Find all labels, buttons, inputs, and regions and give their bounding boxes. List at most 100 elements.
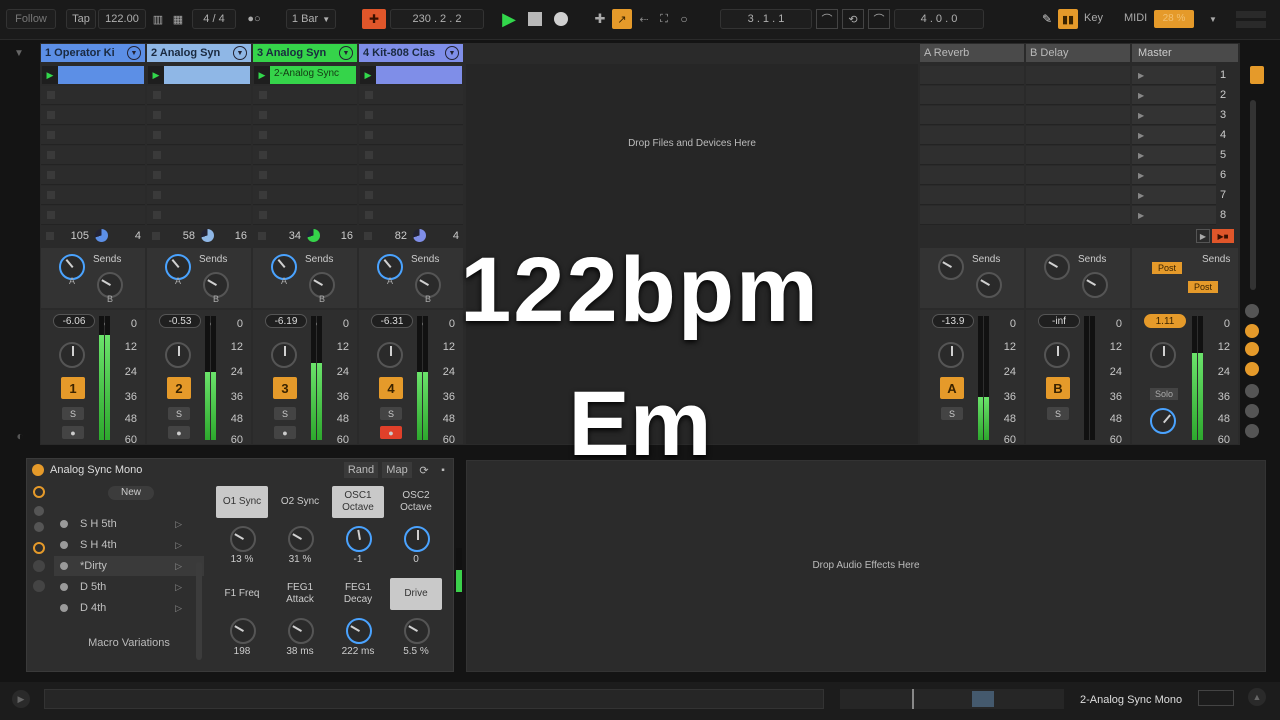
stop-button-icon[interactable] <box>259 131 267 139</box>
clip-slot[interactable] <box>253 146 357 165</box>
clip-slot[interactable] <box>147 146 251 165</box>
capture-icon[interactable]: ⛶ <box>656 10 672 28</box>
solo-button[interactable]: S <box>168 407 190 420</box>
scene-launch-icon[interactable]: ▶ <box>1138 131 1144 140</box>
clip-slot[interactable] <box>147 126 251 145</box>
track-fold-icon[interactable]: ▼ <box>233 46 247 60</box>
return-activator[interactable]: B <box>1046 377 1070 399</box>
variation-item[interactable]: S H 5th ▷ <box>54 514 204 534</box>
variation-dot-icon[interactable] <box>60 562 68 570</box>
return-clip-slot[interactable] <box>920 126 1024 145</box>
overdub-icon[interactable]: ✚ <box>592 10 608 28</box>
stop-button-icon[interactable] <box>365 171 373 179</box>
variation-item[interactable]: S H 4th ▷ <box>54 535 204 555</box>
stop-button-icon[interactable] <box>365 131 373 139</box>
draw-mode-icon[interactable]: ✎ <box>1038 10 1056 28</box>
macro-knob[interactable] <box>346 618 372 644</box>
post-button[interactable]: Post <box>1152 262 1182 274</box>
variation-item[interactable]: *Dirty ▷ <box>54 556 204 576</box>
stop-button-icon[interactable] <box>47 131 55 139</box>
track-activator[interactable]: 4 <box>379 377 403 399</box>
launch-variation-icon[interactable]: ▷ <box>175 603 182 614</box>
track-fold-icon[interactable]: ▼ <box>127 46 141 60</box>
return-clip-slot[interactable] <box>920 66 1024 85</box>
variation-dot-icon[interactable] <box>60 520 68 528</box>
loop-icon[interactable]: ⟲ <box>842 9 864 29</box>
pan-knob[interactable] <box>1044 342 1070 368</box>
stop-button-icon[interactable] <box>365 91 373 99</box>
save-preset-icon[interactable]: ▪ <box>436 462 450 478</box>
scene-launch-icon[interactable]: ▶ <box>1138 91 1144 100</box>
volume-field[interactable]: -6.31 <box>371 314 413 328</box>
view-toggle-icon[interactable] <box>1250 66 1264 84</box>
macro-label-button[interactable]: OSC2 Octave <box>390 486 442 518</box>
stop-all-clips-icon[interactable]: ▶■ <box>1212 229 1234 243</box>
post-button[interactable]: Post <box>1188 281 1218 293</box>
pan-knob[interactable] <box>165 342 191 368</box>
macro-label-button[interactable]: FEG1 Decay <box>332 578 384 610</box>
clip-slot[interactable] <box>147 166 251 185</box>
stop-button-icon[interactable] <box>365 211 373 219</box>
macro-knob[interactable] <box>346 526 372 552</box>
clip-slot[interactable] <box>41 166 145 185</box>
track-fold-icon[interactable]: ▼ <box>445 46 459 60</box>
track-activator[interactable]: 2 <box>167 377 191 399</box>
track-delay-toggle[interactable] <box>1245 404 1259 418</box>
stop-button-icon[interactable] <box>153 91 161 99</box>
follow-button[interactable]: Follow <box>6 9 56 29</box>
macro-knob[interactable] <box>404 618 430 644</box>
launch-variation-icon[interactable]: ▷ <box>175 561 182 572</box>
scene-launch-icon[interactable]: ▶ <box>1138 111 1144 120</box>
loop-length-field[interactable]: 4 . 0 . 0 <box>894 9 984 29</box>
stop-icon[interactable] <box>528 12 542 26</box>
arm-button[interactable]: ● <box>274 426 296 439</box>
cpu-menu-icon[interactable]: ▼ <box>1206 12 1220 26</box>
stop-button-icon[interactable] <box>153 191 161 199</box>
clip-slot[interactable] <box>41 186 145 205</box>
sends-toggle[interactable] <box>1245 324 1259 338</box>
scene-launch-icon[interactable]: ▶ <box>1138 191 1144 200</box>
clip-slot[interactable] <box>359 166 463 185</box>
play-icon[interactable]: ▶ <box>498 8 520 30</box>
return-clip-slot[interactable] <box>1026 146 1130 165</box>
solo-button[interactable]: S <box>380 407 402 420</box>
stop-button-icon[interactable] <box>365 151 373 159</box>
record-arrange-icon[interactable]: ▶ <box>1196 229 1210 243</box>
tap-button[interactable]: Tap <box>66 9 96 29</box>
overview-scroll[interactable] <box>840 689 1064 709</box>
scene-slot[interactable] <box>1132 206 1216 225</box>
arm-button[interactable]: ● <box>62 426 84 439</box>
macro-label-button[interactable]: F1 Freq <box>216 578 268 610</box>
arm-button[interactable]: ● <box>168 426 190 439</box>
stop-button-icon[interactable] <box>153 151 161 159</box>
map-button[interactable]: Map <box>382 462 412 478</box>
performance-toggle[interactable] <box>1245 424 1259 438</box>
metronome-icon[interactable]: ●○ <box>244 10 264 28</box>
return-activator[interactable]: A <box>940 377 964 399</box>
key-map-icon[interactable]: ▮▮ <box>1058 9 1078 29</box>
master-pan-knob[interactable] <box>1150 342 1176 368</box>
macro-knob[interactable] <box>288 618 314 644</box>
mixer-toggle-icon[interactable] <box>34 522 44 532</box>
macro-label-button[interactable]: Drive <box>390 578 442 610</box>
stop-button-icon[interactable] <box>47 191 55 199</box>
collapse-icon[interactable]: ▲ <box>1248 688 1266 706</box>
track-stop-icon[interactable] <box>152 232 160 240</box>
session-scrollbar[interactable] <box>1250 100 1256 290</box>
macro-knob[interactable] <box>230 526 256 552</box>
variation-item[interactable]: D 4th ▷ <box>54 598 204 618</box>
macro-toggle-icon[interactable] <box>33 486 45 498</box>
track-activator[interactable]: 3 <box>273 377 297 399</box>
midi-map-label[interactable]: MIDI <box>1124 12 1147 24</box>
clip-slot[interactable]: 2-Analog Sync <box>270 66 356 84</box>
chain-toggle-icon[interactable] <box>34 506 44 516</box>
back-to-arrangement-icon[interactable]: ⇠ <box>636 10 652 28</box>
clip-slot[interactable] <box>253 126 357 145</box>
chain-list-icon[interactable] <box>33 560 45 572</box>
clip-slot[interactable] <box>359 86 463 105</box>
variation-dot-icon[interactable] <box>60 541 68 549</box>
clip-slot[interactable] <box>253 206 357 225</box>
return-clip-slot[interactable] <box>920 146 1024 165</box>
stop-button-icon[interactable] <box>47 211 55 219</box>
cue-volume-knob[interactable] <box>1150 408 1176 434</box>
